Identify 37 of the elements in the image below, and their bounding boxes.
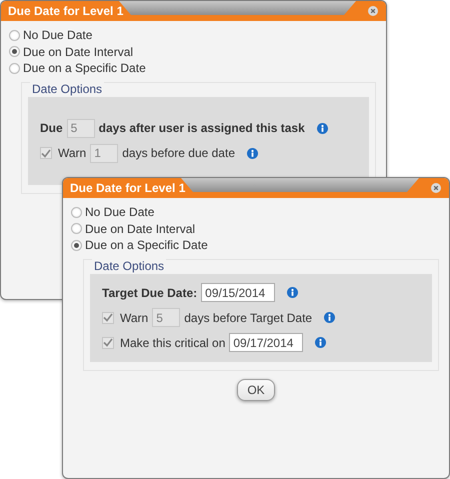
radio-label: No Due Date bbox=[23, 28, 92, 42]
date-field[interactable]: 09/15/2014 bbox=[201, 283, 276, 302]
close-icon[interactable] bbox=[431, 183, 441, 193]
info-icon[interactable] bbox=[247, 148, 258, 158]
radio-button[interactable] bbox=[9, 30, 20, 41]
checkbox-label: Make this critical on bbox=[120, 336, 226, 350]
radio-label: Due on a Specific Date bbox=[23, 61, 146, 76]
field-label: Due bbox=[40, 121, 63, 135]
field-suffix: days before Target Date bbox=[184, 310, 312, 324]
radio-button[interactable] bbox=[9, 62, 20, 74]
radio-button[interactable] bbox=[71, 223, 82, 234]
close-icon[interactable] bbox=[368, 6, 378, 16]
info-icon[interactable] bbox=[315, 337, 326, 348]
checkbox[interactable] bbox=[102, 336, 114, 348]
radio-label: Due on Date Interval bbox=[85, 222, 196, 236]
ok-button[interactable]: OK bbox=[237, 378, 275, 400]
field-suffix: days after user is assigned this task bbox=[98, 121, 305, 135]
radio-button[interactable] bbox=[71, 240, 82, 251]
info-icon[interactable] bbox=[324, 312, 336, 323]
checkbox[interactable] bbox=[102, 312, 114, 324]
radio-button[interactable] bbox=[71, 206, 82, 218]
radio-button[interactable] bbox=[9, 46, 20, 58]
radio-label: No Due Date bbox=[85, 205, 154, 220]
field-label: Target Due Date: bbox=[102, 286, 198, 300]
radio-label: Due on a Specific Date bbox=[85, 238, 208, 252]
field-suffix: days before due date bbox=[122, 146, 235, 160]
info-icon[interactable] bbox=[316, 122, 328, 134]
window-title: Due Date for Level 1 bbox=[70, 181, 186, 195]
window-title: Due Date for Level 1 bbox=[8, 4, 124, 18]
date-field[interactable]: 09/17/2014 bbox=[229, 333, 304, 352]
radio-label: Due on Date Interval bbox=[23, 44, 134, 59]
checkbox[interactable] bbox=[40, 147, 52, 159]
checkbox-label: Warn bbox=[120, 310, 148, 324]
group-legend: Date Options bbox=[30, 82, 104, 96]
info-icon[interactable] bbox=[287, 287, 298, 298]
checkbox-label: Warn bbox=[58, 146, 86, 160]
group-legend: Date Options bbox=[92, 258, 166, 272]
